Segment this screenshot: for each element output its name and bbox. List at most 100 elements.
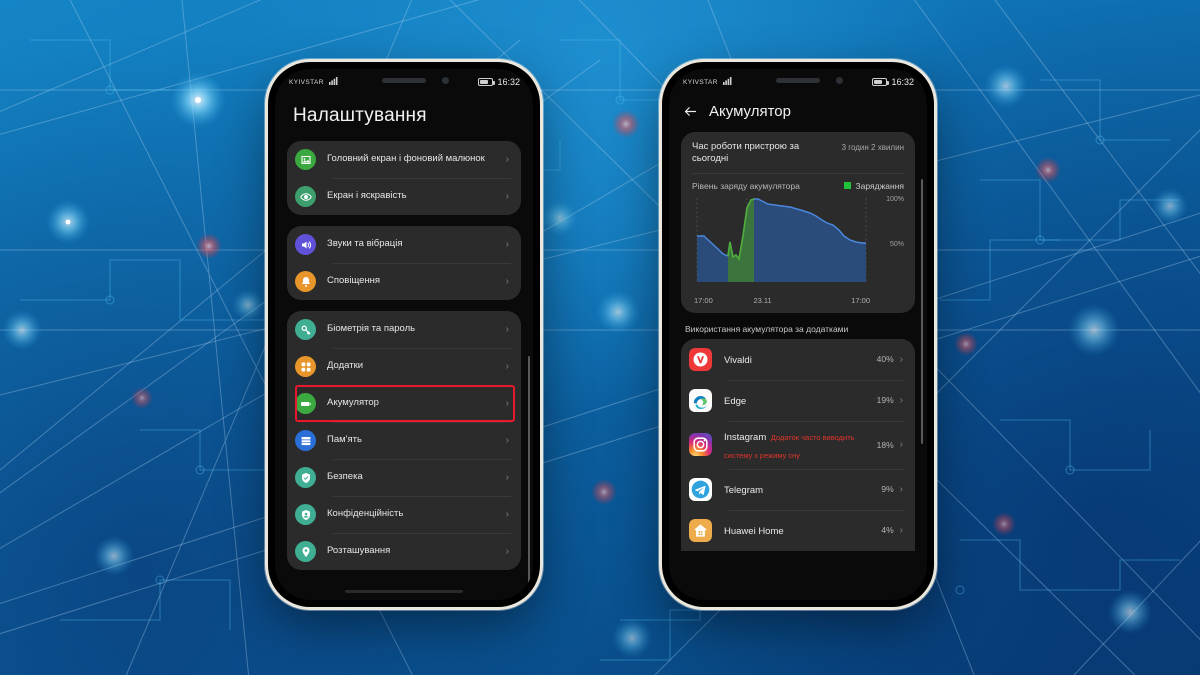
chevron-right-icon: ›: [899, 524, 903, 536]
sidebar-item-apps[interactable]: Додатки ›: [287, 348, 521, 385]
instagram-icon: [689, 433, 712, 457]
row-label: Біометрія та пароль: [327, 323, 416, 335]
shield-check-icon: [295, 467, 316, 488]
chart-label: Рівень заряду акумулятора: [692, 180, 800, 191]
vivaldi-icon: [689, 347, 712, 371]
app-name: Instagram: [724, 431, 767, 443]
chart-x-label-end: 17:00: [851, 295, 870, 305]
huawei-home-icon: [689, 518, 712, 542]
chevron-right-icon: ›: [899, 353, 903, 365]
apps-section-title: Використання акумулятора за додатками: [685, 323, 849, 334]
notch-camera: [836, 77, 843, 84]
row-label: Пам'ять: [327, 434, 362, 446]
app-name: Edge: [724, 396, 747, 408]
app-percent: 9%: [881, 484, 894, 495]
sidebar-item-security[interactable]: Безпека ›: [287, 459, 521, 496]
chevron-right-icon: ›: [899, 394, 903, 406]
chevron-right-icon: ›: [505, 324, 509, 335]
chevron-right-icon: ›: [505, 472, 509, 483]
notch-camera: [442, 77, 449, 84]
chevron-right-icon: ›: [505, 191, 509, 202]
sidebar-item-notifications[interactable]: Сповіщення ›: [287, 263, 521, 300]
app-text: Vivaldi: [724, 350, 877, 368]
carrier-label: KYIVSTAR: [683, 78, 718, 86]
circuit-network-pattern: [0, 0, 1200, 675]
chevron-right-icon: ›: [899, 439, 903, 451]
settings-group-2: Звуки та вібрація › Сповіщення ›: [287, 226, 521, 300]
chart-svg: [696, 197, 867, 282]
screen-time-value: 3 годин 2 хвилин: [841, 143, 904, 152]
back-arrow-icon[interactable]: [683, 104, 698, 119]
chart-y-label-100: 100%: [886, 195, 904, 203]
row-label: Безпека: [327, 471, 363, 483]
chart-x-label-start: 17:00: [694, 295, 713, 305]
sidebar-item-storage[interactable]: Пам'ять ›: [287, 422, 521, 459]
status-bar-right-group: 16:32: [478, 69, 520, 95]
battery-summary-card: Час роботи пристрою за сьогодні 3 годин …: [681, 132, 915, 313]
status-clock: 16:32: [891, 77, 914, 87]
chevron-right-icon: ›: [505, 239, 509, 250]
chevron-right-icon: ›: [899, 483, 903, 495]
chevron-right-icon: ›: [505, 154, 509, 165]
app-percent: 40%: [876, 354, 894, 365]
list-item[interactable]: Huawei Home 4% ›: [681, 509, 915, 551]
apps-usage-list: Vivaldi 40% › Edge 19% › Instagram Додат…: [681, 338, 915, 551]
app-text: Telegram: [724, 480, 881, 498]
app-text: Huawei Home: [724, 521, 881, 539]
battery-icon: [478, 78, 496, 86]
storage-icon: [295, 430, 316, 451]
chart-y-label-50: 50%: [889, 240, 904, 248]
sidebar-item-sounds[interactable]: Звуки та вібрація ›: [287, 226, 521, 263]
notch-speaker: [382, 78, 426, 83]
settings-scroll-area[interactable]: Головний екран і фоновий малюнок › Екран…: [275, 141, 533, 584]
person-shield-icon: [295, 504, 316, 525]
notch-speaker: [776, 78, 820, 83]
scrollbar-left[interactable]: [528, 356, 530, 584]
battery-icon: [295, 393, 316, 414]
legend-swatch-charging: [843, 182, 851, 190]
app-percent: 4%: [881, 525, 894, 536]
chevron-right-icon: ›: [505, 276, 509, 287]
page-title: Акумулятор: [709, 103, 791, 120]
settings-screen: KYIVSTAR 16:32 Налаштування Головний екр…: [275, 69, 533, 600]
row-label: Акумулятор: [327, 397, 379, 409]
app-percent: 18%: [876, 439, 894, 450]
sidebar-item-location[interactable]: Розташування ›: [287, 533, 521, 570]
sidebar-item-privacy[interactable]: Конфіденційність ›: [287, 496, 521, 533]
status-bar-left: KYIVSTAR 16:32: [275, 69, 533, 95]
sidebar-item-biometrics[interactable]: Біометрія та пароль ›: [287, 311, 521, 348]
chart-x-label-mid: 23.11: [753, 295, 772, 305]
settings-group-3: Біометрія та пароль › Додатки › Акумулят…: [287, 311, 521, 570]
sidebar-item-display[interactable]: Екран і яскравість ›: [287, 178, 521, 215]
status-bar-right: KYIVSTAR 16:32: [669, 69, 927, 95]
list-item[interactable]: Telegram 9% ›: [681, 468, 915, 510]
row-label: Додатки: [327, 360, 364, 372]
battery-screen: KYIVSTAR 16:32 Акумулятор Час роботи при…: [669, 69, 927, 600]
sidebar-item-home-screen[interactable]: Головний екран і фоновий малюнок ›: [287, 141, 521, 178]
speaker-icon: [295, 234, 316, 255]
carrier-label: KYIVSTAR: [289, 78, 324, 86]
screen-time-label: Час роботи пристрою за сьогодні: [692, 141, 800, 165]
app-text: Instagram Додаток часто виводить систему…: [724, 427, 877, 463]
list-item[interactable]: Vivaldi 40% ›: [681, 339, 915, 380]
chart-header: Рівень заряду акумулятора Заряджання: [692, 174, 904, 194]
row-label: Екран і яскравість: [327, 190, 407, 202]
app-text: Edge: [724, 391, 877, 409]
battery-level-chart: 100% 50%: [692, 196, 904, 294]
settings-group-1: Головний екран і фоновий малюнок › Екран…: [287, 141, 521, 215]
phone-right-device: KYIVSTAR 16:32 Акумулятор Час роботи при…: [662, 62, 934, 607]
sidebar-item-battery[interactable]: Акумулятор ›: [287, 385, 521, 422]
app-name: Huawei Home: [724, 526, 784, 538]
scrollbar-right[interactable]: [921, 179, 923, 444]
phone-left-device: KYIVSTAR 16:32 Налаштування Головний екр…: [268, 62, 540, 607]
app-percent: 19%: [876, 395, 894, 406]
eye-icon: [295, 186, 316, 207]
home-indicator: [345, 590, 463, 593]
chart-legend: Заряджання: [843, 181, 904, 191]
row-label: Сповіщення: [327, 275, 381, 287]
chevron-right-icon: ›: [505, 435, 509, 446]
telegram-icon: [689, 477, 712, 501]
list-item[interactable]: Edge 19% ›: [681, 379, 915, 421]
list-item[interactable]: Instagram Додаток часто виводить систему…: [681, 420, 915, 469]
key-icon: [295, 319, 316, 340]
